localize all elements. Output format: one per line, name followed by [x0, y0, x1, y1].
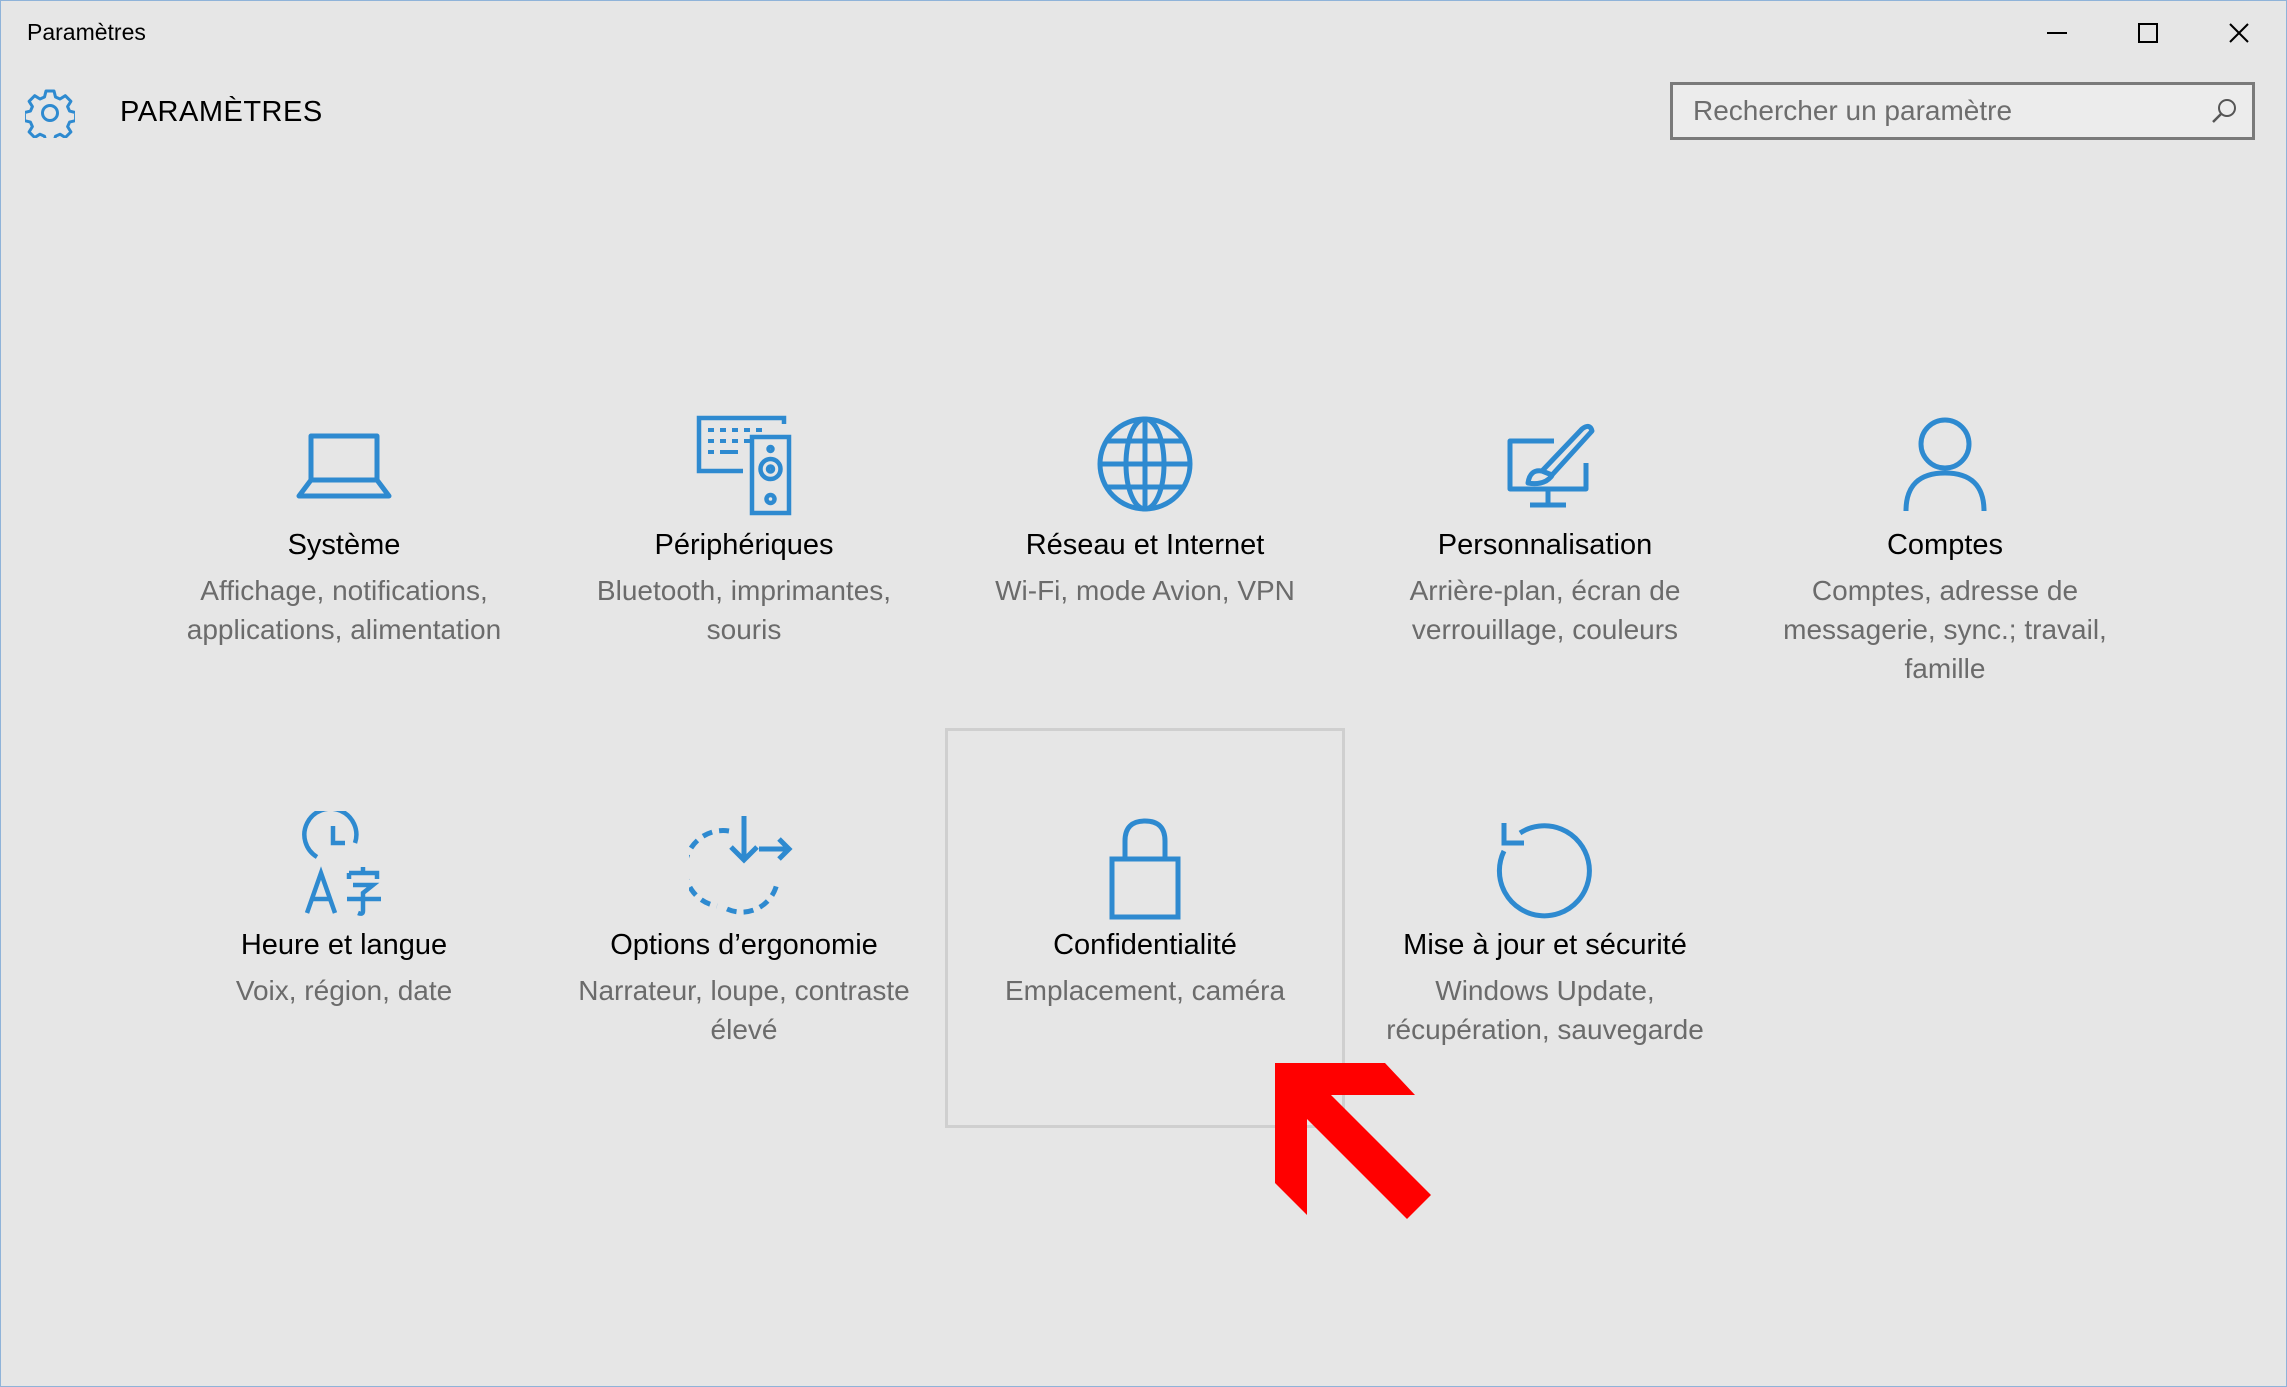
tile-description: Narrateur, loupe, contraste élevé: [578, 975, 910, 1045]
tile-personnalisation[interactable]: Personnalisation Arrière-plan, écran de …: [1345, 411, 1745, 807]
globe-icon: [1097, 416, 1193, 512]
tile-name: Périphériques: [654, 529, 834, 561]
tile-description: Bluetooth, imprimantes, souris: [596, 575, 892, 645]
tile-heure-langue[interactable]: Heure et langue Voix, région, date: [144, 811, 544, 1207]
maximize-icon: [2138, 23, 2158, 43]
maximize-button[interactable]: [2102, 1, 2194, 65]
settings-window: Paramètres PARAMÈTRES Rechercher un para…: [0, 0, 2287, 1387]
tile-systeme[interactable]: Système Affichage, notifications, applic…: [144, 411, 544, 807]
person-icon: [1903, 417, 1987, 512]
tile-name: Mise à jour et sécurité: [1403, 929, 1687, 961]
tile-name: Personnalisation: [1437, 529, 1653, 561]
tile-name: Heure et langue: [240, 929, 448, 961]
tile-description: Windows Update, récupération, sauvegarde: [1386, 975, 1704, 1045]
tile-name: Comptes: [1886, 529, 2004, 561]
gear-icon: [25, 89, 75, 138]
minimize-button[interactable]: [2011, 1, 2103, 65]
close-button[interactable]: [2193, 1, 2285, 65]
tile-peripheriques[interactable]: Périphériques Bluetooth, imprimantes, so…: [544, 411, 944, 807]
tile-name: Confidentialité: [1053, 929, 1237, 961]
tile-comptes[interactable]: Comptes Comptes, adresse de messagerie, …: [1745, 411, 2145, 807]
minimize-icon: [2047, 32, 2067, 34]
red-arrow-icon: [1275, 1063, 1431, 1219]
tile-description: Comptes, adresse de messagerie, sync.; t…: [1783, 575, 2107, 684]
ease-of-access-icon: [689, 816, 793, 915]
tile-name: Options d’ergonomie: [610, 929, 878, 961]
tile-description: Emplacement, caméra: [1004, 975, 1286, 1006]
tile-description: Voix, région, date: [235, 975, 453, 1006]
search-icon[interactable]: [2210, 97, 2238, 125]
search-input[interactable]: [1673, 84, 2210, 138]
update-icon: [1496, 823, 1592, 919]
devices-icon: [696, 415, 792, 516]
paint-monitor-icon: [1507, 423, 1595, 508]
page-title: PARAMÈTRES: [120, 96, 323, 128]
tile-description: Wi-Fi, mode Avion, VPN: [995, 575, 1295, 606]
tile-name: Système: [287, 529, 401, 561]
lock-icon: [1109, 818, 1181, 920]
window-title: Paramètres: [27, 19, 146, 45]
title-bar[interactable]: Paramètres: [1, 1, 2286, 65]
tile-description: Affichage, notifications, applications, …: [186, 575, 502, 645]
search-box[interactable]: [1670, 82, 2255, 140]
laptop-icon: [296, 433, 392, 499]
app-header: PARAMÈTRES: [1, 81, 2286, 145]
tile-ergonomie[interactable]: Options d’ergonomie Narrateur, loupe, co…: [544, 811, 944, 1207]
close-icon: [2229, 23, 2249, 43]
tile-description: Arrière-plan, écran de verrouillage, cou…: [1409, 575, 1681, 645]
tile-name: Réseau et Internet: [1025, 529, 1265, 561]
time-language-icon: [302, 811, 381, 916]
